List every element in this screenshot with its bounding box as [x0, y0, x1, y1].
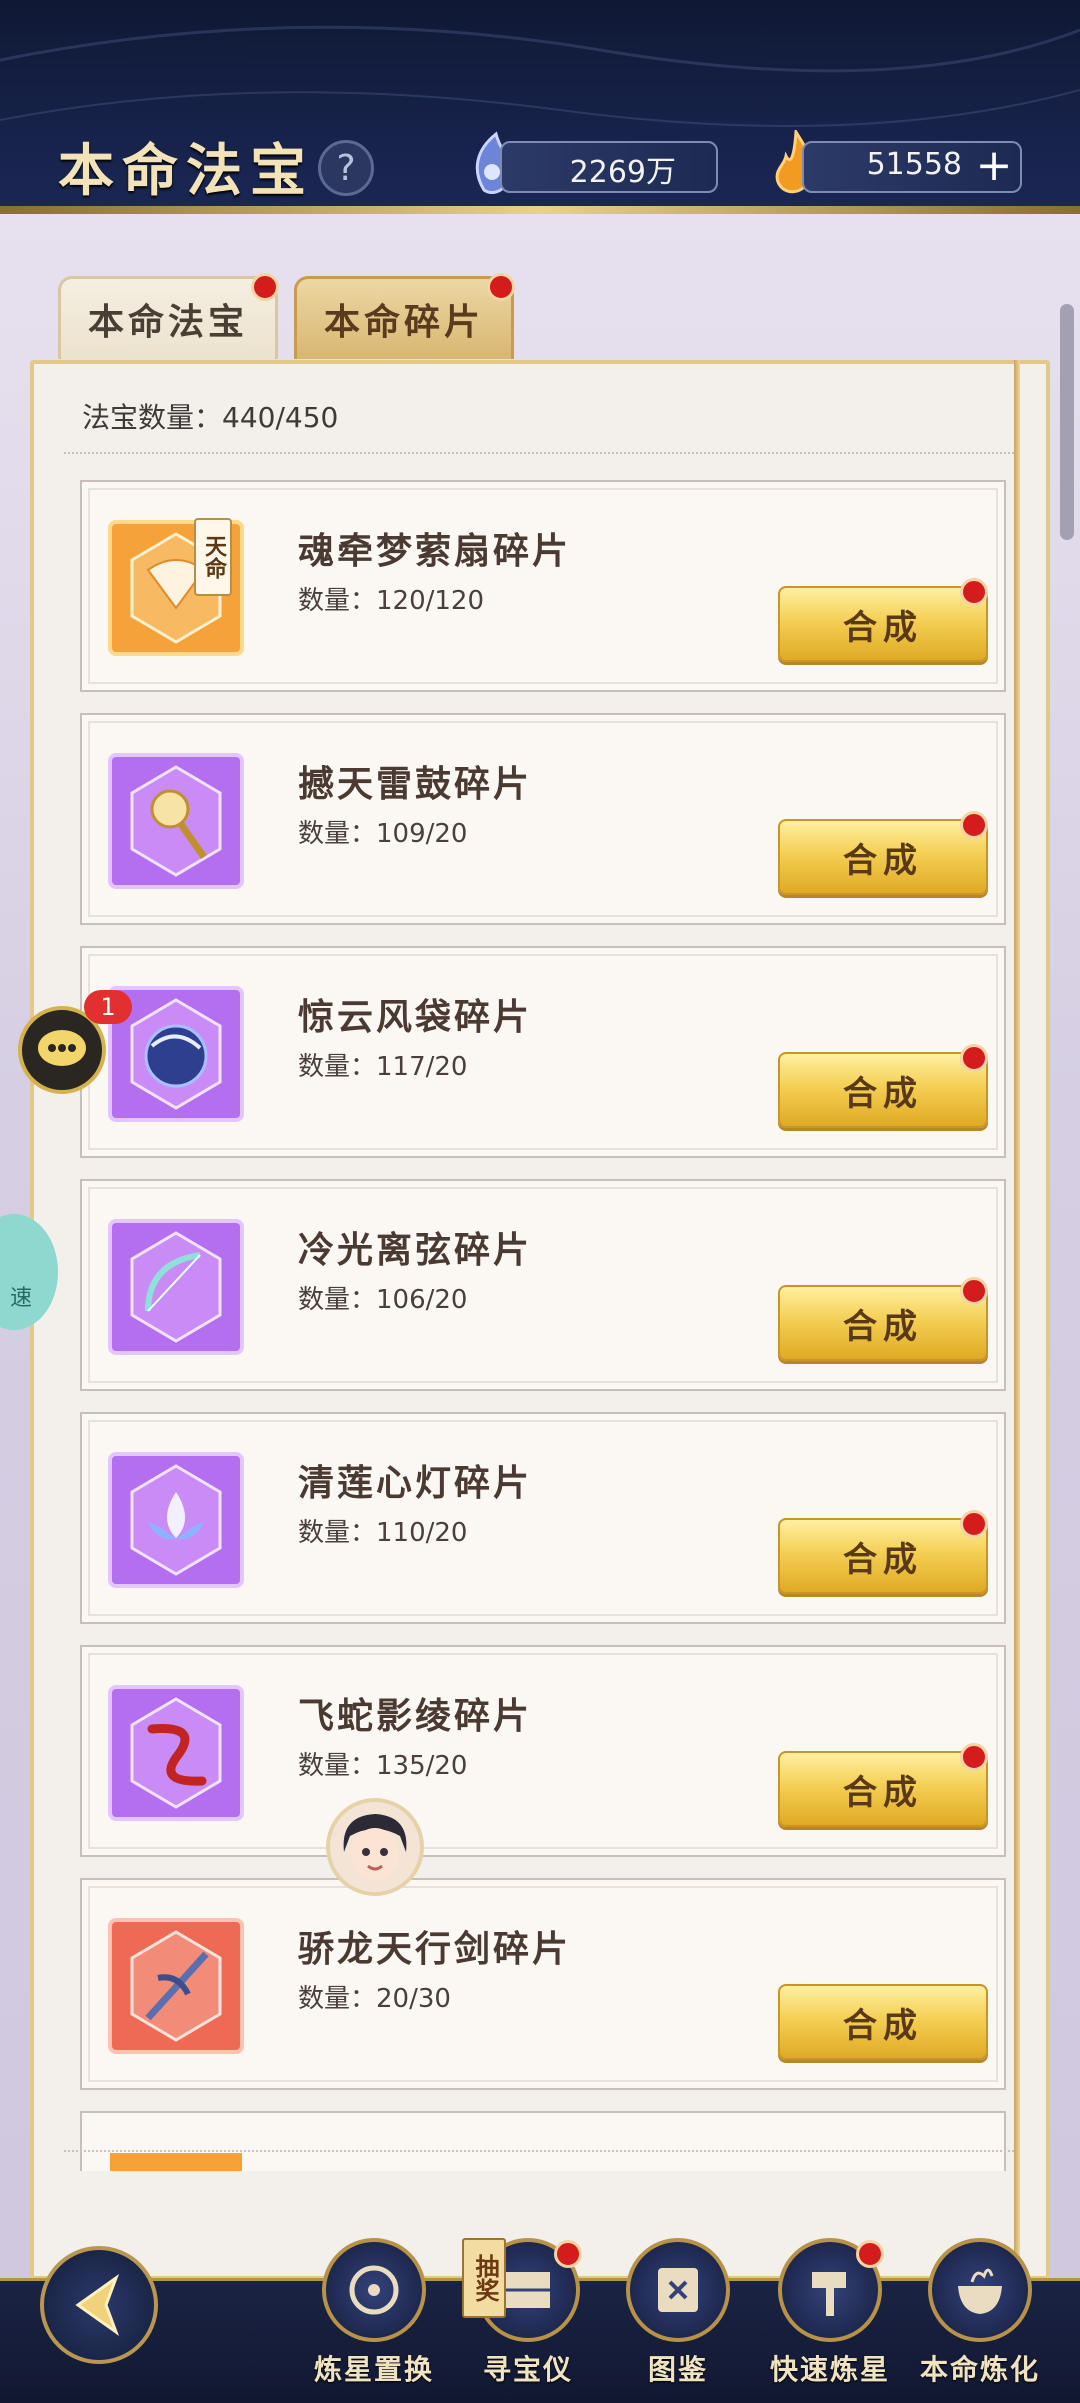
item-count: 数量：20/30 [298, 1984, 451, 2014]
notification-dot [960, 1277, 988, 1305]
combine-label: 合成 [843, 1073, 923, 1114]
back-button[interactable] [40, 2246, 158, 2364]
nav-label: 炼星置换 [314, 2353, 435, 2386]
nav-label: 本命炼化 [920, 2353, 1041, 2386]
nav-label: 寻宝仪 [482, 2353, 573, 2386]
page-title: 本命法宝 [58, 138, 314, 204]
item-name: 魂牵梦萦扇碎片 [298, 530, 572, 572]
treasure-count: 法宝数量：440/450 [82, 401, 339, 434]
item-name: 飞蛇影绫碎片 [298, 1695, 533, 1737]
snake-ribbon-icon [108, 1685, 244, 1821]
fragments-panel: 法宝数量：440/450 天命 魂牵梦萦扇碎片 数量：120/120 合成 撼天… [30, 360, 1050, 2280]
divider [64, 2150, 1014, 2152]
list-item: 天命 魂牵梦萦扇碎片 数量：120/120 合成 [80, 480, 1006, 692]
combine-label: 合成 [843, 607, 923, 648]
list-item: 清莲心灯碎片 数量：110/20 合成 [80, 1412, 1006, 1624]
fragment-list[interactable]: 天命 魂牵梦萦扇碎片 数量：120/120 合成 撼天雷鼓碎片 数量：109/2… [80, 480, 1006, 2171]
combine-button[interactable]: 合成 [778, 1044, 988, 1128]
star-swap-icon [322, 2238, 426, 2342]
combine-label: 合成 [843, 1539, 923, 1580]
header-gold-line [0, 206, 1080, 214]
item-count: 数量：117/20 [298, 1052, 468, 1082]
nav-item-codex[interactable]: 图鉴 [618, 2238, 738, 2388]
tab-label: 本命碎片 [323, 301, 484, 343]
chat-unread-badge: 1 [84, 990, 132, 1024]
nav-label: 图鉴 [647, 2353, 708, 2386]
tab-magic-treasure[interactable]: 本命法宝 [58, 273, 279, 359]
item-name: 惊云风袋碎片 [298, 996, 533, 1038]
back-arrow-icon [75, 2273, 120, 2337]
item-count: 数量：109/20 [298, 819, 468, 849]
list-item: 惊云风袋碎片 数量：117/20 合成 [80, 946, 1006, 1158]
combine-button[interactable]: 合成 [778, 1277, 988, 1361]
panel-gold-edge [1014, 360, 1020, 2280]
list-item: 骄龙天行剑碎片 数量：20/30 合成 [80, 1878, 1006, 2090]
bow-icon [108, 1219, 244, 1355]
item-count: 数量：106/20 [298, 1285, 468, 1315]
lotus-lamp-icon [108, 1452, 244, 1588]
combine-label: 合成 [843, 2005, 923, 2046]
tab-label: 本命法宝 [87, 301, 248, 343]
question-icon[interactable]: ? [318, 140, 374, 196]
avatar[interactable] [326, 1798, 424, 1896]
notification-dot [960, 1743, 988, 1771]
currency-crystal-value: 2269万 [569, 155, 676, 190]
notification-dot [487, 273, 515, 301]
item-name: 冷光离弦碎片 [298, 1229, 533, 1271]
list-item-partial [80, 2111, 1006, 2171]
notification-dot [960, 1044, 988, 1072]
nav-item-quick-refine[interactable]: 快速炼星 [770, 2238, 890, 2388]
notification-dot [251, 273, 279, 301]
combine-button[interactable]: 合成 [778, 1510, 988, 1594]
add-currency-button[interactable]: + [970, 142, 1018, 190]
scrollbar[interactable] [1060, 304, 1074, 540]
combine-button[interactable]: 合成 [778, 811, 988, 895]
lottery-tag: 抽奖 [462, 2238, 506, 2318]
list-item: 撼天雷鼓碎片 数量：109/20 合成 [80, 713, 1006, 925]
list-item: 冷光离弦碎片 数量：106/20 合成 [80, 1179, 1006, 1391]
item-count: 数量：110/20 [298, 1518, 468, 1548]
nav-item-star-swap[interactable]: 炼星置换 [314, 2238, 434, 2388]
item-count: 数量：120/120 [298, 586, 485, 616]
currency-crystal-display: 2269万 [500, 141, 718, 193]
divider [64, 452, 1014, 456]
scroll-icon [626, 2238, 730, 2342]
notification-dot [960, 811, 988, 839]
item-thumbnail [110, 2153, 242, 2171]
item-count: 数量：135/20 [298, 1751, 468, 1781]
cauldron-icon [928, 2238, 1032, 2342]
combine-label: 合成 [843, 1772, 923, 1813]
chat-bubble-icon [38, 1030, 86, 1066]
item-name: 撼天雷鼓碎片 [298, 763, 533, 805]
combine-label: 合成 [843, 840, 923, 881]
item-name: 清莲心灯碎片 [298, 1462, 533, 1504]
bottom-navigation: 炼星置换 寻宝仪 图鉴 快速炼星 本命炼化 [0, 2234, 1080, 2403]
dragon-sword-icon [108, 1918, 244, 2054]
currency-flame-value: 51558 [866, 147, 962, 182]
item-name: 骄龙天行剑碎片 [298, 1928, 572, 1970]
combine-button[interactable]: 合成 [778, 578, 988, 662]
notification-dot [856, 2240, 884, 2268]
notification-dot [960, 578, 988, 606]
nav-item-natal-refine[interactable]: 本命炼化 [920, 2238, 1040, 2388]
combine-label: 合成 [843, 1306, 923, 1347]
notification-dot [554, 2240, 582, 2268]
notification-dot [960, 1510, 988, 1538]
combine-button[interactable]: 合成 [778, 1984, 988, 2060]
combine-button[interactable]: 合成 [778, 1743, 988, 1827]
drum-icon [108, 753, 244, 889]
character-face-icon [343, 1814, 407, 1880]
list-item: 飞蛇影绫碎片 数量：135/20 合成 [80, 1645, 1006, 1857]
destiny-badge: 天命 [194, 518, 232, 596]
speed-label: 速 [10, 1286, 33, 1311]
nav-label: 快速炼星 [770, 2353, 891, 2386]
tab-fragments[interactable]: 本命碎片 [294, 273, 515, 359]
